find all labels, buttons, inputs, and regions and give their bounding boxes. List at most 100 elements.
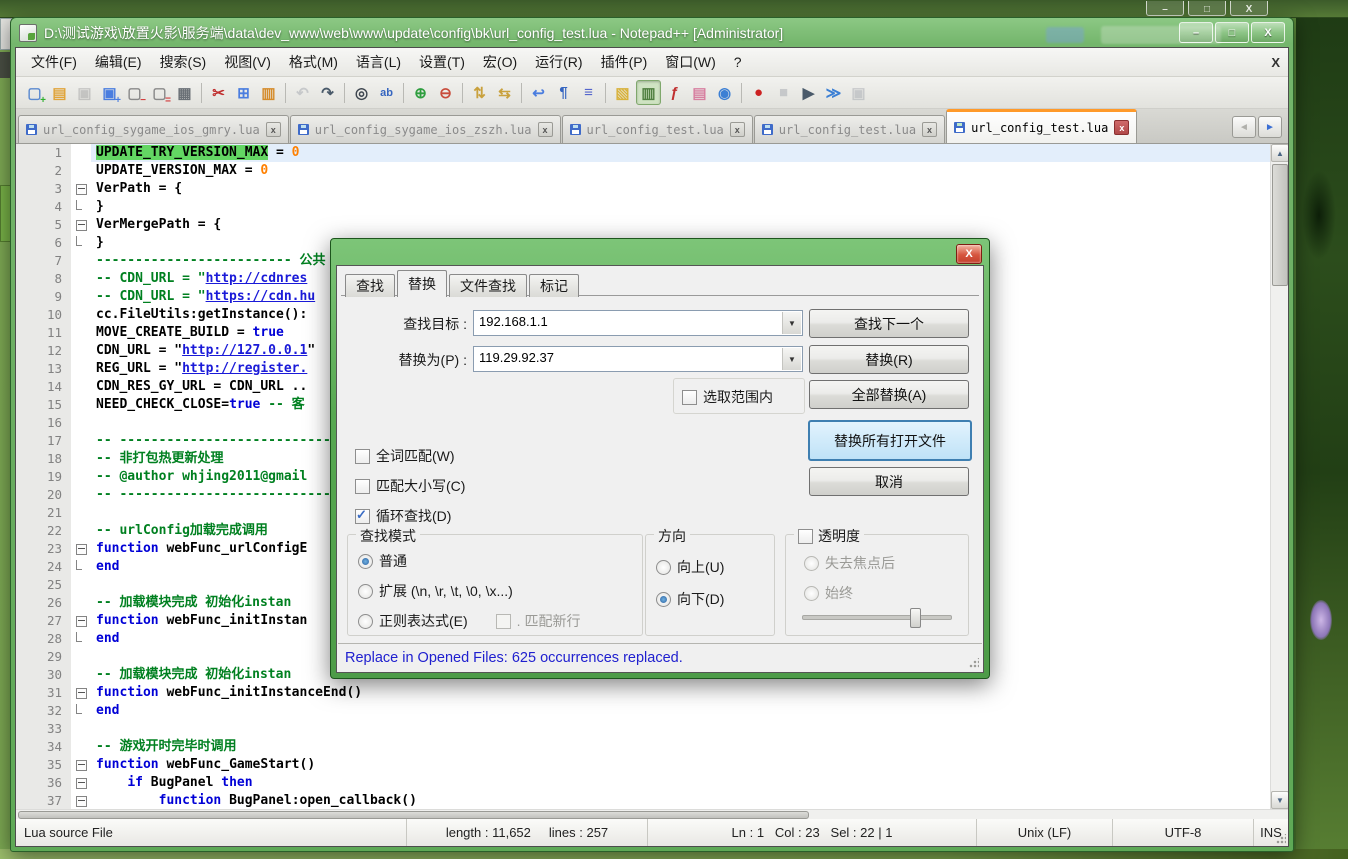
find-option-checkbox-1[interactable] [355, 449, 370, 464]
fold-margin[interactable] [71, 414, 91, 432]
fold-collapse-icon[interactable] [76, 544, 87, 555]
fold-collapse-icon[interactable] [76, 778, 87, 789]
record-macro-icon[interactable]: ● [747, 81, 770, 104]
play-macro-icon[interactable]: ▶ [797, 81, 820, 104]
code-text[interactable]: if BugPanel then [91, 774, 1270, 792]
fold-margin[interactable] [71, 468, 91, 486]
fold-collapse-icon[interactable] [76, 616, 87, 627]
menu-item-10[interactable]: 插件(P) [592, 48, 657, 76]
menu-item-11[interactable]: 窗口(W) [656, 48, 725, 76]
code-line[interactable]: 5VerMergePath = { [16, 216, 1270, 234]
stop-macro-icon[interactable]: ■ [772, 81, 795, 104]
replace-button[interactable]: 替换(R) [809, 345, 969, 374]
fold-margin[interactable] [71, 216, 91, 234]
fold-margin[interactable] [71, 288, 91, 306]
word-wrap-icon[interactable]: ↩ [527, 81, 550, 104]
code-line[interactable]: 35function webFunc_GameStart() [16, 756, 1270, 774]
fold-margin[interactable] [71, 648, 91, 666]
menu-item-12[interactable]: ? [725, 50, 751, 74]
code-text[interactable]: function webFunc_GameStart() [91, 756, 1270, 774]
fold-margin[interactable] [71, 594, 91, 612]
tab-close-icon[interactable]: x [266, 122, 281, 137]
fold-margin[interactable] [71, 450, 91, 468]
indent-guide-icon[interactable]: ≡ [577, 81, 600, 104]
code-text[interactable]: -- 游戏开时完毕时调用 [91, 738, 1270, 756]
fold-collapse-icon[interactable] [76, 184, 87, 195]
dialog-tab-4[interactable]: 标记 [529, 274, 579, 297]
code-line[interactable]: 34-- 游戏开时完毕时调用 [16, 738, 1270, 756]
menu-item-2[interactable]: 编辑(E) [86, 48, 151, 76]
search-mode-radio-2[interactable] [358, 584, 373, 599]
menu-item-1[interactable]: 文件(F) [22, 48, 86, 76]
dialog-titlebar[interactable] [331, 239, 989, 265]
close-icon[interactable]: X [1251, 22, 1285, 43]
user-define-dialog-icon[interactable]: ▧ [611, 81, 634, 104]
code-text[interactable]: UPDATE_VERSION_MAX = 0 [91, 162, 1270, 180]
fold-collapse-icon[interactable] [76, 796, 87, 807]
document-tab-1[interactable]: url_config_sygame_ios_gmry.luax [18, 115, 289, 143]
background-close-icon[interactable]: X [1230, 1, 1268, 16]
sync-vertical-icon[interactable]: ⇅ [468, 81, 491, 104]
fold-margin[interactable] [71, 486, 91, 504]
fold-margin[interactable] [71, 738, 91, 756]
fold-margin[interactable] [71, 396, 91, 414]
sync-horizontal-icon[interactable]: ⇆ [493, 81, 516, 104]
menu-item-3[interactable]: 搜索(S) [151, 48, 216, 76]
transparency-radio-2[interactable] [804, 586, 819, 601]
fold-collapse-icon[interactable] [76, 760, 87, 771]
save-file-icon[interactable]: ▣ [73, 81, 96, 104]
save-macro-icon[interactable]: ▣ [847, 81, 870, 104]
find-next-button[interactable]: 查找下一个 [809, 309, 969, 338]
fold-margin[interactable] [71, 666, 91, 684]
transparency-radio-1[interactable] [804, 556, 819, 571]
background-maximize-icon[interactable]: □ [1188, 1, 1226, 16]
fold-margin[interactable] [71, 306, 91, 324]
tab-close-icon[interactable]: x [1114, 120, 1129, 135]
fold-margin[interactable] [71, 360, 91, 378]
replace-with-value[interactable]: 119.29.92.37 [479, 350, 554, 365]
dialog-close-icon[interactable]: X [956, 244, 982, 264]
document-tab-3[interactable]: url_config_test.luax [562, 115, 753, 143]
titlebar[interactable]: D:\测试游戏\放置火影\服务端\data\dev_www\web\www\up… [11, 18, 1293, 47]
code-text[interactable]: end [91, 702, 1270, 720]
monitoring-icon[interactable]: ◉ [713, 81, 736, 104]
horizontal-scrollbar[interactable] [16, 809, 1288, 819]
horizontal-scrollbar-thumb[interactable] [18, 811, 809, 819]
code-text[interactable]: VerPath = { [91, 180, 1270, 198]
code-line[interactable]: 36 if BugPanel then [16, 774, 1270, 792]
direction-radio-1[interactable] [656, 560, 671, 575]
document-map-icon[interactable]: ▥ [636, 80, 661, 105]
folder-as-workspace-icon[interactable]: ▤ [688, 81, 711, 104]
zoom-out-icon[interactable]: ⊖ [434, 81, 457, 104]
fold-margin[interactable] [71, 630, 91, 648]
tab-close-icon[interactable]: x [922, 122, 937, 137]
vertical-scrollbar-thumb[interactable] [1272, 164, 1288, 286]
code-text[interactable] [91, 720, 1270, 738]
fold-margin[interactable] [71, 720, 91, 738]
fold-margin[interactable] [71, 504, 91, 522]
code-line[interactable]: 37 function BugPanel:open_callback() [16, 792, 1270, 809]
dialog-tab-1[interactable]: 查找 [345, 274, 395, 297]
menu-item-4[interactable]: 视图(V) [215, 48, 280, 76]
fold-margin[interactable] [71, 234, 91, 252]
find-target-dropdown-icon[interactable]: ▼ [782, 312, 801, 334]
fold-margin[interactable] [71, 378, 91, 396]
zoom-in-icon[interactable]: ⊕ [409, 81, 432, 104]
fold-margin[interactable] [71, 540, 91, 558]
code-line[interactable]: 2UPDATE_VERSION_MAX = 0 [16, 162, 1270, 180]
paste-icon[interactable]: ▥ [257, 81, 280, 104]
fold-margin[interactable] [71, 774, 91, 792]
fold-margin[interactable] [71, 342, 91, 360]
fold-margin[interactable] [71, 432, 91, 450]
find-target-combobox[interactable]: 192.168.1.1 ▼ [473, 310, 803, 336]
fold-margin[interactable] [71, 144, 91, 162]
search-mode-radio-3[interactable] [358, 614, 373, 629]
fold-margin[interactable] [71, 558, 91, 576]
tab-close-icon[interactable]: x [730, 122, 745, 137]
fold-margin[interactable] [71, 792, 91, 809]
code-line[interactable]: 4} [16, 198, 1270, 216]
open-file-icon[interactable]: ▤ [48, 81, 71, 104]
cancel-button[interactable]: 取消 [809, 467, 969, 496]
fold-margin[interactable] [71, 522, 91, 540]
replace-all-open-files-button[interactable]: 替换所有打开文件 [808, 420, 972, 461]
